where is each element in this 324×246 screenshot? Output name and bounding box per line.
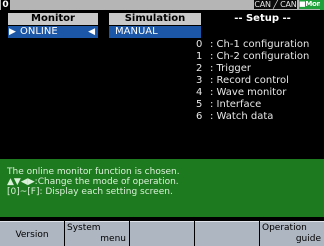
version-button[interactable]: Version — [0, 221, 64, 246]
monitor-header: Monitor — [8, 13, 98, 25]
help-line-1: The online monitor function is chosen. — [7, 167, 180, 177]
arrow-right-icon: ▶ — [9, 27, 16, 37]
simulation-header: Simulation — [109, 13, 201, 25]
operation-guide-button[interactable]: Operation guide — [260, 221, 324, 246]
help-line-2: ▲▼◀▶:Change the mode of operation. — [7, 177, 179, 187]
system-menu-button[interactable]: System menu — [65, 221, 129, 246]
setup-item-ch1-configuration[interactable]: 0: Ch-1 configuration — [196, 39, 309, 51]
can-status-indicator: CAN ╱ CAN — [254, 0, 297, 9]
monitor-status-badge: ■Mon — [299, 0, 322, 9]
setup-item-trigger[interactable]: 2: Trigger — [196, 63, 309, 75]
status-edge-indicator — [320, 0, 324, 10]
monitor-mode-selector[interactable]: ▶ ONLINE ◀ — [8, 26, 98, 38]
help-message-panel: The online monitor function is chosen. ▲… — [0, 159, 324, 217]
setup-item-ch2-configuration[interactable]: 1: Ch-2 configuration — [196, 51, 309, 63]
monitor-mode-value: ONLINE — [20, 26, 58, 37]
setup-menu: 0: Ch-1 configuration 1: Ch-2 configurat… — [196, 39, 309, 123]
simulation-mode-value: MANUAL — [115, 26, 158, 37]
function-key-3[interactable] — [130, 221, 194, 246]
setup-item-wave-monitor[interactable]: 4: Wave monitor — [196, 87, 309, 99]
help-line-3: [0]~[F]: Display each setting screen. — [7, 187, 173, 197]
setup-item-record-control[interactable]: 3: Record control — [196, 75, 309, 87]
arrow-left-icon: ◀ — [88, 27, 95, 37]
setup-title: -- Setup -- — [234, 13, 291, 24]
screen-number: 0 — [1, 0, 10, 10]
setup-item-interface[interactable]: 5: Interface — [196, 99, 309, 111]
simulation-mode-selector[interactable]: MANUAL — [109, 26, 201, 38]
function-key-bar: Version System menu Operation guide — [0, 219, 324, 246]
function-key-4[interactable] — [195, 221, 259, 246]
status-bar: 0 CAN ╱ CAN ■Mon — [0, 0, 324, 10]
setup-item-watch-data[interactable]: 6: Watch data — [196, 111, 309, 123]
